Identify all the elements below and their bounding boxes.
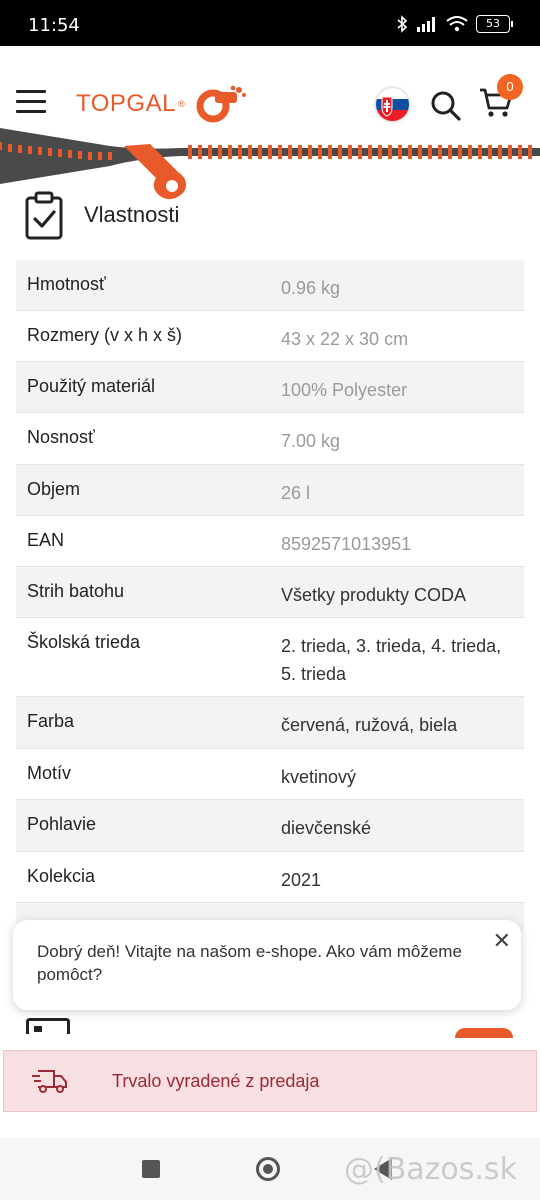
table-row: EAN 8592571013951 bbox=[16, 516, 524, 567]
close-icon[interactable]: ✕ bbox=[493, 928, 511, 954]
cart-count-badge: 0 bbox=[497, 74, 523, 100]
property-key: Objem bbox=[27, 479, 81, 499]
table-row: Motív kvetinový bbox=[16, 749, 524, 800]
property-key: Strih batohu bbox=[27, 581, 125, 601]
wifi-icon bbox=[446, 16, 468, 32]
property-value: červená, ružová, biela bbox=[281, 715, 458, 735]
property-key: Kolekcia bbox=[27, 866, 96, 886]
property-value: kvetinový bbox=[281, 767, 357, 787]
status-bar: 11:54 53 bbox=[0, 0, 540, 46]
table-row: Školská trieda 2. trieda, 3. trieda, 4. … bbox=[16, 618, 524, 697]
whistle-icon bbox=[196, 85, 246, 123]
property-value: 0.96 kg bbox=[281, 278, 341, 298]
property-value: 2. trieda, 3. trieda, 4. trieda, 5. trie… bbox=[281, 636, 502, 684]
watermark: @(Bazos.sk bbox=[344, 1152, 517, 1187]
table-row: Objem 26 l bbox=[16, 465, 524, 516]
property-key: EAN bbox=[27, 530, 65, 550]
property-key: Školská trieda bbox=[27, 632, 141, 652]
property-value: 7.00 kg bbox=[281, 431, 341, 451]
chat-message: Dobrý deň! Vitajte na našom e-shope. Ako… bbox=[37, 942, 462, 984]
zipper-decoration bbox=[0, 128, 540, 200]
menu-icon[interactable] bbox=[16, 90, 46, 114]
property-value: 100% Polyester bbox=[281, 380, 408, 400]
table-row: Hmotnosť 0.96 kg bbox=[16, 260, 524, 311]
table-row: Strih batohu Všetky produkty CODA bbox=[16, 567, 524, 618]
signal-icon bbox=[417, 17, 435, 32]
property-value: Všetky produkty CODA bbox=[281, 585, 467, 605]
property-key: Motív bbox=[27, 763, 72, 783]
unavailable-alert: Trvalo vyradené z predaja bbox=[3, 1050, 537, 1112]
property-value: 8592571013951 bbox=[281, 534, 412, 554]
table-row: Nosnosť 7.00 kg bbox=[16, 413, 524, 465]
property-value: dievčenské bbox=[281, 818, 372, 838]
truck-icon bbox=[32, 1070, 67, 1093]
system-nav-bar: @(Bazos.sk bbox=[0, 1138, 540, 1200]
property-key: Pohlavie bbox=[27, 814, 97, 834]
property-key: Farba bbox=[27, 711, 75, 731]
property-key: Nosnosť bbox=[27, 427, 95, 447]
document-icon bbox=[26, 1018, 70, 1034]
table-row: Pohlavie dievčenské bbox=[16, 800, 524, 852]
chat-popup[interactable]: Dobrý deň! Vitajte na našom e-shope. Ako… bbox=[13, 920, 521, 1010]
recent-apps-button[interactable] bbox=[142, 1160, 160, 1178]
status-time: 11:54 bbox=[28, 15, 80, 36]
property-key: Rozmery (v x h x š) bbox=[27, 325, 183, 345]
section-title: Vlastnosti bbox=[84, 202, 180, 227]
table-row: Rozmery (v x h x š) 43 x 22 x 30 cm bbox=[16, 311, 524, 362]
property-value: 26 l bbox=[281, 483, 311, 503]
flag-slovakia-icon[interactable] bbox=[376, 88, 409, 121]
topgal-logo[interactable]: TOPGAL ® bbox=[76, 84, 247, 124]
property-key: Použitý materiál bbox=[27, 376, 156, 396]
property-value: 43 x 22 x 30 cm bbox=[281, 329, 409, 349]
property-key: Hmotnosť bbox=[27, 274, 106, 294]
property-value: 2021 bbox=[281, 870, 322, 890]
status-icons: 53 bbox=[396, 12, 513, 36]
logo-text: TOPGAL bbox=[76, 90, 176, 117]
chat-launcher-button[interactable] bbox=[455, 1028, 513, 1038]
home-button[interactable] bbox=[256, 1157, 280, 1181]
bluetooth-icon bbox=[397, 15, 408, 33]
battery-icon: 53 bbox=[476, 15, 513, 33]
search-icon[interactable] bbox=[430, 90, 462, 122]
table-row: Použitý materiál 100% Polyester bbox=[16, 362, 524, 413]
logo-registered: ® bbox=[177, 99, 185, 109]
clipboard-check-icon bbox=[25, 191, 63, 240]
properties-table: Hmotnosť 0.96 kg Rozmery (v x h x š) 43 … bbox=[16, 260, 524, 933]
table-row: Kolekcia 2021 bbox=[16, 852, 524, 903]
table-row: Farba červená, ružová, biela bbox=[16, 697, 524, 749]
alert-text: Trvalo vyradené z predaja bbox=[112, 1071, 320, 1091]
